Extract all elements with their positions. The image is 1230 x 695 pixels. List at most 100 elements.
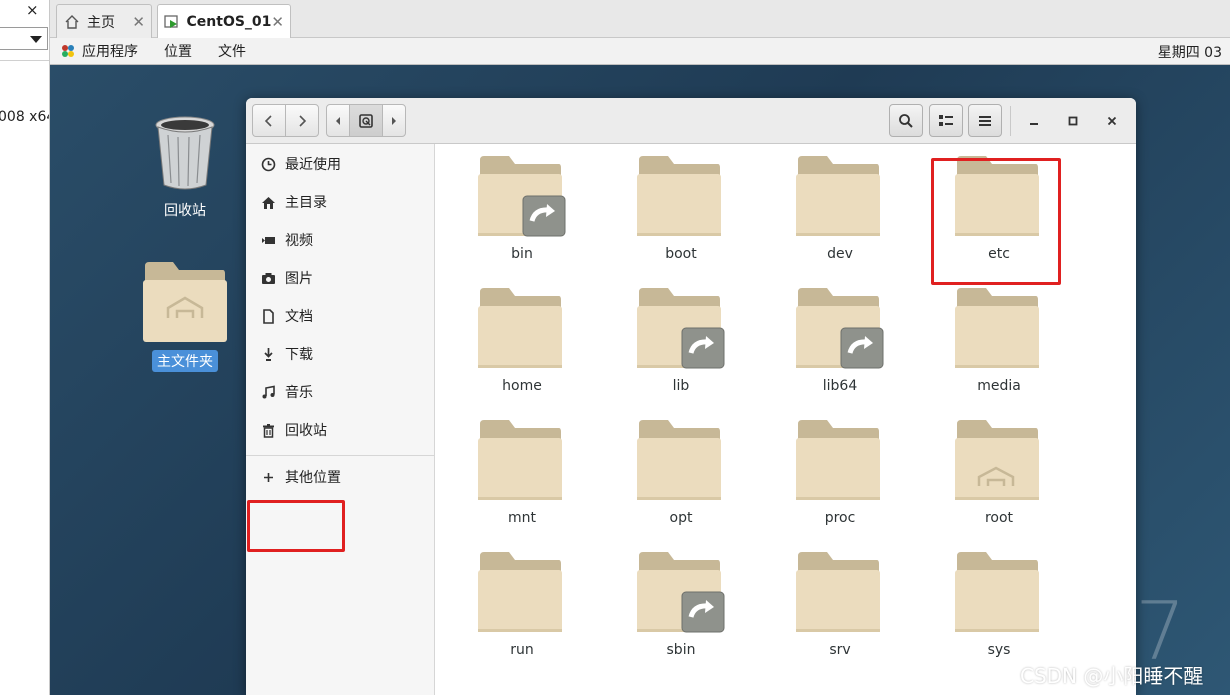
sidebar-item-music[interactable]: 音乐 <box>246 375 435 409</box>
file-item-lib64[interactable]: lib64 <box>775 286 905 414</box>
menu-button[interactable] <box>968 104 1002 137</box>
watermark: CSDN @小阳睡不醒 <box>1020 664 1204 688</box>
file-item-proc[interactable]: proc <box>775 418 905 546</box>
file-name: proc <box>824 510 856 526</box>
close-icon[interactable]: ✕ <box>271 13 284 31</box>
file-name: lib64 <box>822 378 858 394</box>
panel-close-button[interactable]: × <box>26 1 39 19</box>
close-icon[interactable]: ✕ <box>132 13 145 31</box>
folder-icon <box>955 552 1039 632</box>
host-side-panel: × 008 x64 <box>0 0 50 695</box>
panel-dropdown[interactable] <box>0 27 48 50</box>
sidebar-divider <box>246 455 435 456</box>
desktop-trash[interactable]: 回收站 <box>145 115 225 221</box>
minimize-button[interactable] <box>1021 108 1047 134</box>
maximize-button[interactable] <box>1060 108 1086 134</box>
folder-icon <box>796 156 880 236</box>
tab-centos[interactable]: CentOS_01 ✕ <box>157 4 291 38</box>
close-icon <box>1107 116 1117 126</box>
vm-name-text: 008 x64 <box>0 109 49 125</box>
sidebar-item-label: 回收站 <box>285 423 327 439</box>
file-name: lib <box>672 378 690 394</box>
file-item-opt[interactable]: opt <box>616 418 746 546</box>
menu-files[interactable]: 文件 <box>218 41 246 61</box>
file-item-media[interactable]: media <box>934 286 1064 414</box>
file-name: opt <box>669 510 693 526</box>
file-manager-headerbar <box>246 98 1136 144</box>
sidebar-item-label: 视频 <box>285 233 313 249</box>
sidebar-item-label: 最近使用 <box>285 157 341 173</box>
file-item-lib[interactable]: lib <box>616 286 746 414</box>
sidebar-item-label: 音乐 <box>285 385 313 401</box>
file-item-sys[interactable]: sys <box>934 550 1064 678</box>
file-name: sbin <box>666 642 696 658</box>
folder-icon <box>955 288 1039 368</box>
tab-home[interactable]: 主页 ✕ <box>56 4 152 38</box>
sidebar-item-other-locations[interactable]: 其他位置 <box>246 460 435 494</box>
home-folder-icon <box>955 420 1039 500</box>
drive-icon <box>359 113 373 128</box>
header-divider <box>1010 106 1011 136</box>
plus-icon <box>260 469 276 485</box>
home-icon <box>63 13 81 31</box>
sidebar-item-recent[interactable]: 最近使用 <box>246 147 435 181</box>
list-view-icon <box>939 114 953 126</box>
menu-applications[interactable]: 应用程序 <box>82 41 138 61</box>
video-icon <box>260 232 276 248</box>
desktop-home-folder[interactable]: 主文件夹 <box>140 260 230 372</box>
file-item-boot[interactable]: boot <box>616 154 746 282</box>
clock[interactable]: 星期四 03 <box>1158 42 1222 62</box>
hamburger-icon <box>979 115 991 126</box>
forward-button[interactable] <box>285 104 319 137</box>
search-button[interactable] <box>889 104 923 137</box>
recent-icon <box>260 156 276 172</box>
highlight-box-etc <box>931 158 1061 285</box>
folder-link-icon <box>796 288 884 369</box>
file-item-root[interactable]: root <box>934 418 1064 546</box>
sidebar-item-trash[interactable]: 回收站 <box>246 413 435 447</box>
file-item-run[interactable]: run <box>457 550 587 678</box>
file-name: srv <box>829 642 851 658</box>
file-item-mnt[interactable]: mnt <box>457 418 587 546</box>
gnome-apps-icon <box>60 43 76 59</box>
search-icon <box>899 113 913 128</box>
path-scroll-left-button[interactable] <box>326 104 350 137</box>
tab-centos-label: CentOS_01 <box>186 13 272 30</box>
tab-home-label: 主页 <box>87 14 115 31</box>
file-name: sys <box>987 642 1011 658</box>
file-item-sbin[interactable]: sbin <box>616 550 746 678</box>
folder-icon <box>637 420 721 500</box>
view-toggle-button[interactable] <box>929 104 963 137</box>
triangle-left-icon <box>336 116 340 125</box>
desktop-home-label: 主文件夹 <box>152 350 218 372</box>
close-button[interactable] <box>1099 108 1125 134</box>
sidebar-item-videos[interactable]: 视频 <box>246 223 435 257</box>
sidebar-item-pictures[interactable]: 图片 <box>246 261 435 295</box>
file-item-home[interactable]: home <box>457 286 587 414</box>
file-name: bin <box>511 246 533 262</box>
sidebar-item-downloads[interactable]: 下载 <box>246 337 435 371</box>
file-item-dev[interactable]: dev <box>775 154 905 282</box>
file-item-srv[interactable]: srv <box>775 550 905 678</box>
sidebar-item-label: 文档 <box>285 309 313 325</box>
file-grid: bin boot dev etc home lib lib64 media mnt opt proc… <box>436 144 1136 695</box>
path-root-button[interactable] <box>349 104 383 137</box>
menu-places[interactable]: 位置 <box>164 41 192 61</box>
folder-link-icon <box>478 156 566 237</box>
folder-link-icon <box>637 552 725 633</box>
path-scroll-right-button[interactable] <box>382 104 406 137</box>
triangle-right-icon <box>392 116 396 125</box>
folder-icon <box>637 156 721 236</box>
sidebar-item-documents[interactable]: 文档 <box>246 299 435 333</box>
gnome-top-bar: 应用程序 位置 文件 星期四 03 <box>50 38 1230 65</box>
file-name: home <box>502 378 542 394</box>
vm-tab-bar: 主页 ✕ CentOS_01 ✕ <box>50 0 1230 38</box>
back-button[interactable] <box>252 104 286 137</box>
file-item-bin[interactable]: bin <box>457 154 587 282</box>
sidebar-item-home[interactable]: 主目录 <box>246 185 435 219</box>
places-sidebar: 最近使用 主目录 视频 图片 文档 下载 音乐 回收站 其他位置 <box>246 144 435 695</box>
file-name: media <box>977 378 1021 394</box>
folder-icon <box>796 552 880 632</box>
folder-icon <box>478 420 562 500</box>
sidebar-item-label: 主目录 <box>285 195 327 211</box>
